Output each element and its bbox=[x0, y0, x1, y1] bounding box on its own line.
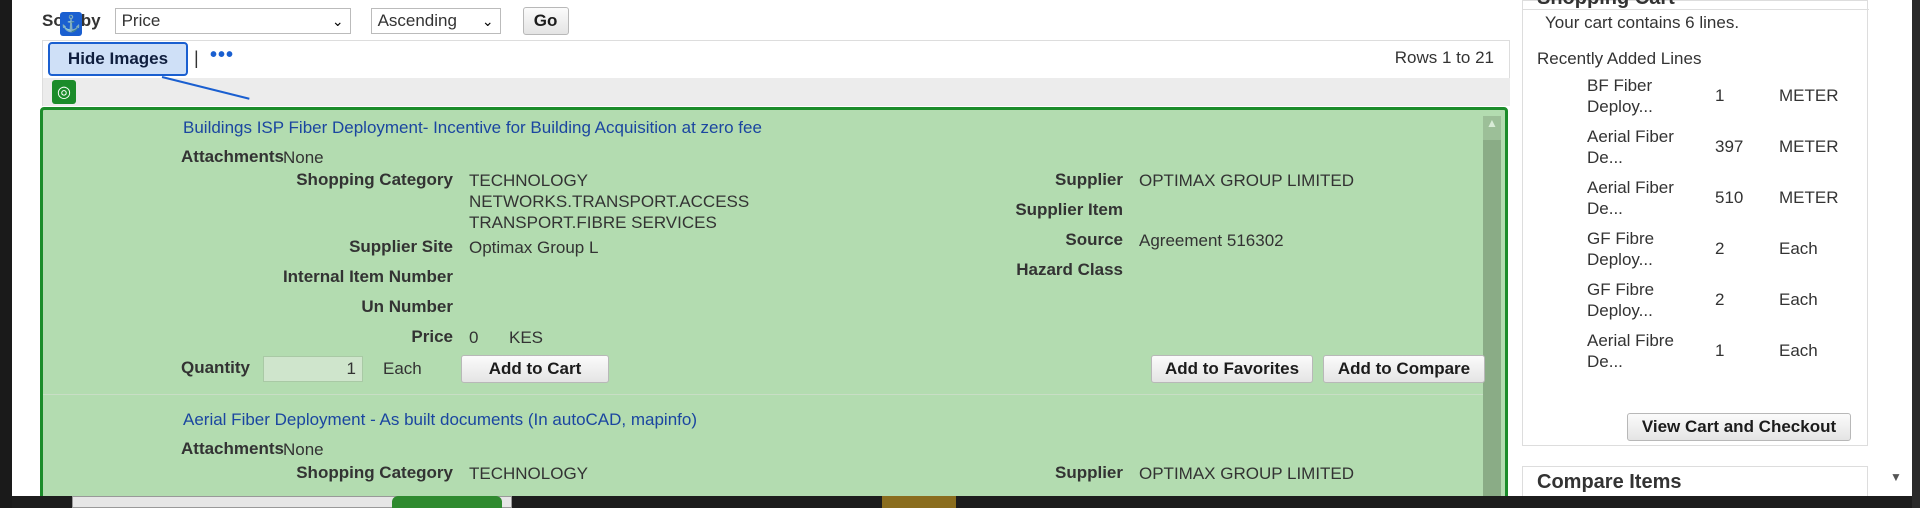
supplier-site-label: Supplier Site bbox=[349, 237, 453, 256]
results-list: ▲ Buildings ISP Fiber Deployment- Incent… bbox=[40, 107, 1508, 508]
cart-line-qty: 2 bbox=[1715, 239, 1725, 258]
shopping-category-label: Shopping Category bbox=[296, 170, 453, 189]
cart-line-uom: Each bbox=[1779, 239, 1818, 258]
cart-line-name[interactable]: GF Fibre Deploy... bbox=[1587, 228, 1677, 270]
cart-line-qty: 1 bbox=[1715, 86, 1725, 105]
results-header-bar bbox=[42, 78, 1510, 106]
rows-range-text: Rows 1 to 21 bbox=[1394, 48, 1494, 67]
add-to-favorites-button[interactable]: Add to Favorites bbox=[1151, 355, 1313, 383]
cart-line-qty: 1 bbox=[1715, 341, 1725, 360]
scroll-down-icon[interactable]: ▼ bbox=[1890, 470, 1902, 484]
cart-line-uom: Each bbox=[1779, 341, 1818, 360]
results-toolbar bbox=[42, 40, 1510, 78]
shopping-cart-panel: Shopping Cart Your cart contains 6 lines… bbox=[1522, 0, 1869, 446]
attachments-label: Attachments bbox=[181, 147, 284, 166]
currency-value: KES bbox=[509, 328, 544, 347]
cart-line-name[interactable]: GF Fibre Deploy... bbox=[1587, 279, 1677, 321]
hazard-class-label: Hazard Class bbox=[1016, 260, 1123, 279]
cart-line-uom: METER bbox=[1779, 137, 1839, 156]
cart-line: Aerial Fiber De... 397 METER bbox=[1587, 126, 1867, 177]
taskbar-app-icon[interactable] bbox=[882, 496, 956, 508]
taskbar-active-item[interactable] bbox=[392, 496, 502, 508]
price-value: 0 bbox=[469, 328, 479, 347]
source-label: Source bbox=[1065, 230, 1123, 249]
supplier-site-value: Optimax Group L bbox=[469, 238, 599, 257]
cart-line: BF Fiber Deploy... 1 METER bbox=[1587, 75, 1867, 126]
target-icon[interactable]: ◎ bbox=[52, 80, 76, 104]
price-label: Price bbox=[411, 327, 453, 346]
quantity-label: Quantity bbox=[181, 358, 250, 377]
cart-line-uom: METER bbox=[1779, 188, 1839, 207]
sort-bar: Sort by Price ⌄ Ascending ⌄ Go bbox=[42, 6, 569, 36]
results-scrollbar[interactable]: ▲ bbox=[1483, 116, 1501, 505]
recently-added-label: Recently Added Lines bbox=[1537, 49, 1702, 68]
cart-line-qty: 510 bbox=[1715, 188, 1744, 207]
supplier-value: OPTIMAX GROUP LIMITED bbox=[1139, 171, 1355, 190]
hide-images-button[interactable]: Hide Images bbox=[48, 42, 188, 76]
cart-line: Aerial Fibre De... 1 Each bbox=[1587, 330, 1867, 381]
supplier-label: Supplier bbox=[1054, 170, 1123, 189]
shopping-category-line-1: TECHNOLOGY bbox=[469, 464, 589, 483]
internal-item-number-label: Internal Item Number bbox=[282, 267, 453, 286]
sort-field-select[interactable]: Price ⌄ bbox=[114, 8, 351, 34]
cart-line-name[interactable]: Aerial Fibre De... bbox=[1587, 330, 1677, 372]
more-options-icon[interactable]: ••• bbox=[210, 44, 234, 67]
attachments-label: Attachments bbox=[181, 439, 284, 458]
cart-line: Aerial Fiber De... 510 METER bbox=[1587, 177, 1867, 228]
add-to-compare-button[interactable]: Add to Compare bbox=[1323, 355, 1485, 383]
un-number-label: Un Number bbox=[361, 297, 453, 316]
go-button[interactable]: Go bbox=[522, 7, 569, 35]
cart-line-qty: 2 bbox=[1715, 290, 1725, 309]
attachments-value: None bbox=[283, 440, 324, 459]
chevron-down-icon: ⌄ bbox=[481, 12, 494, 29]
cart-line: GF Fibre Deploy... 2 Each bbox=[1587, 228, 1867, 279]
side-panel: Shopping Cart Your cart contains 6 lines… bbox=[1522, 0, 1869, 508]
cart-line: GF Fibre Deploy... 2 Each bbox=[1587, 279, 1867, 330]
supplier-label: Supplier bbox=[1054, 463, 1123, 482]
item-title-link[interactable]: Aerial Fiber Deployment - As built docum… bbox=[183, 410, 697, 430]
anchor-icon[interactable]: ⚓ bbox=[60, 12, 82, 36]
add-to-cart-button[interactable]: Add to Cart bbox=[461, 355, 609, 383]
cart-line-uom: Each bbox=[1779, 290, 1818, 309]
item-separator bbox=[43, 394, 1483, 395]
attachments-value: None bbox=[283, 148, 324, 167]
supplier-value: OPTIMAX GROUP LIMITED bbox=[1139, 464, 1355, 483]
cart-line-name[interactable]: Aerial Fiber De... bbox=[1587, 126, 1677, 168]
source-value: Agreement 516302 bbox=[1139, 231, 1284, 250]
shopping-category-line-3: TRANSPORT.FIBRE SERVICES bbox=[469, 213, 717, 232]
scrollbar-thumb[interactable] bbox=[1483, 140, 1501, 505]
sort-order-value: Ascending bbox=[377, 11, 457, 30]
cart-line-uom: METER bbox=[1779, 86, 1839, 105]
supplier-item-label: Supplier Item bbox=[1015, 200, 1123, 219]
search-results-region: Sort by Price ⌄ Ascending ⌄ Go ⚓ Hide Im… bbox=[12, 0, 1512, 508]
toolbar-separator: | bbox=[194, 48, 199, 68]
window-frame-left bbox=[0, 0, 12, 508]
cart-count-text: Your cart contains 6 lines. bbox=[1545, 13, 1740, 32]
cart-line-qty: 397 bbox=[1715, 137, 1744, 156]
sort-order-select[interactable]: Ascending ⌄ bbox=[370, 8, 501, 34]
item-title-link[interactable]: Buildings ISP Fiber Deployment- Incentiv… bbox=[183, 118, 762, 138]
taskbar bbox=[12, 496, 1912, 508]
compare-items-title: Compare Items bbox=[1537, 471, 1682, 493]
shopping-category-line-1: TECHNOLOGY bbox=[469, 171, 589, 190]
view-cart-checkout-button[interactable]: View Cart and Checkout bbox=[1627, 413, 1851, 441]
cart-line-name[interactable]: BF Fiber Deploy... bbox=[1587, 75, 1677, 117]
scroll-up-icon[interactable]: ▲ bbox=[1483, 116, 1501, 130]
shopping-category-label: Shopping Category bbox=[296, 463, 453, 482]
cart-line-name[interactable]: Aerial Fiber De... bbox=[1587, 177, 1677, 219]
page-scrollbar[interactable]: ▼ bbox=[1880, 0, 1912, 508]
chevron-down-icon: ⌄ bbox=[331, 12, 344, 29]
uom-value: Each bbox=[383, 359, 422, 378]
panel-divider bbox=[1523, 9, 1869, 10]
window-frame-right bbox=[1912, 0, 1920, 508]
quantity-input[interactable]: 1 bbox=[263, 356, 363, 382]
sort-field-value: Price bbox=[121, 11, 161, 30]
shopping-category-line-2: NETWORKS.TRANSPORT.ACCESS bbox=[469, 192, 750, 211]
